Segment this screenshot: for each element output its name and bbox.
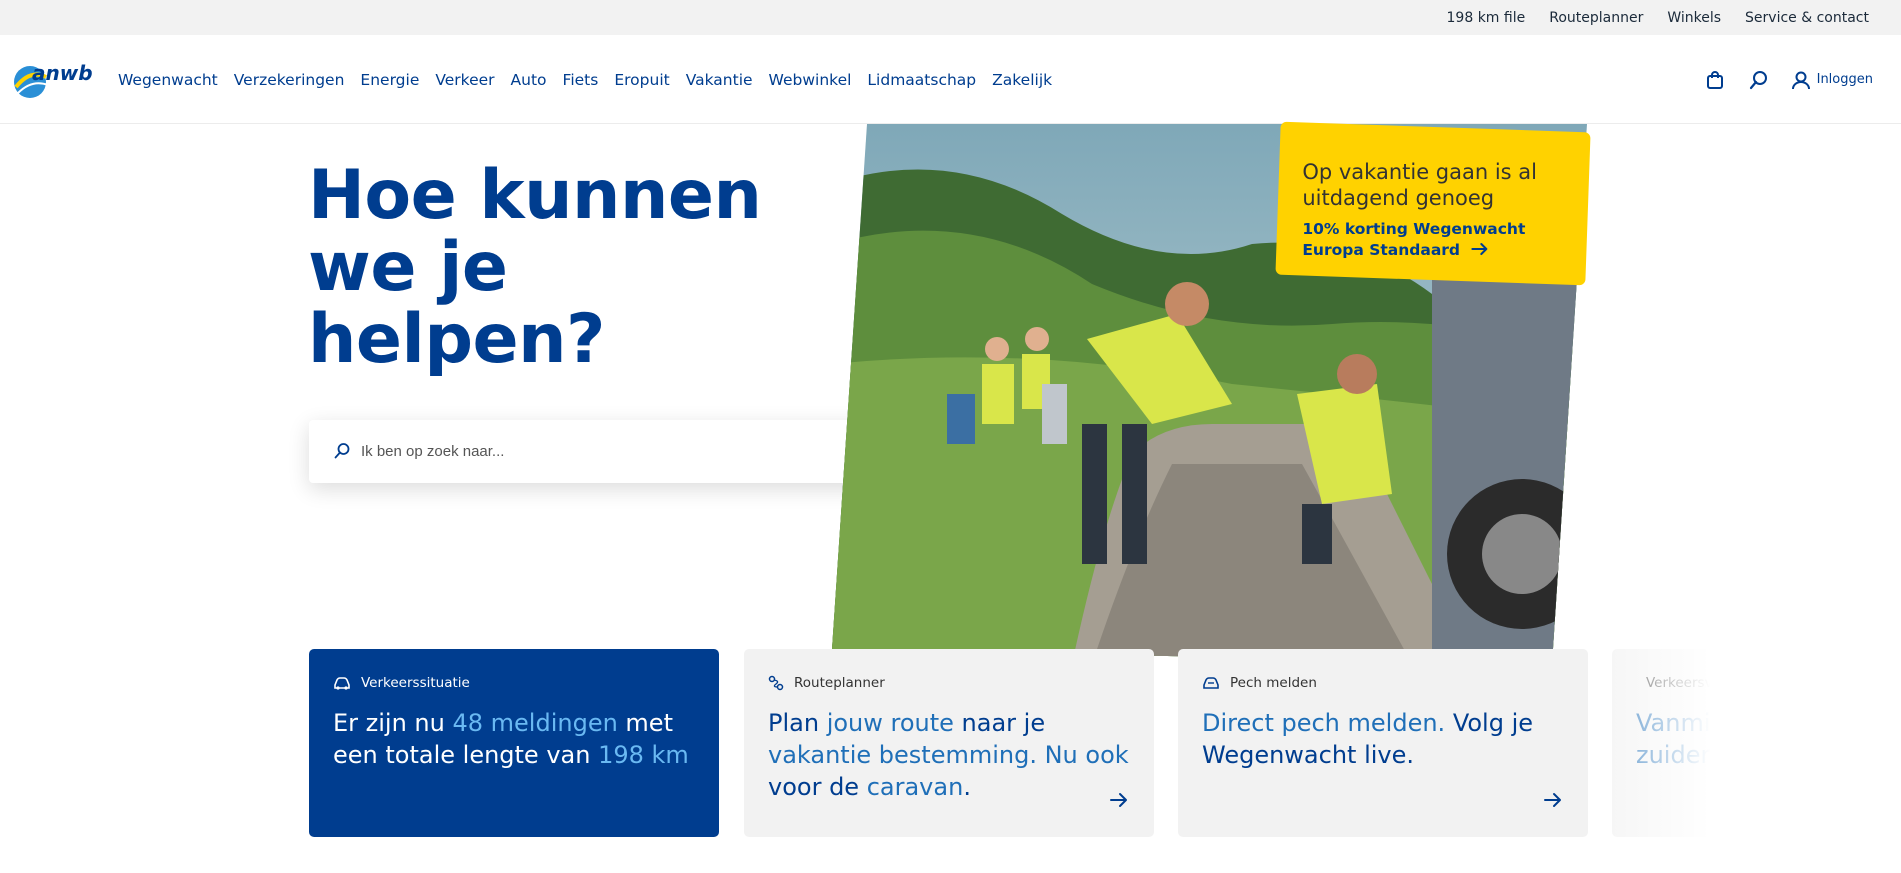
- card-label: Verkeerssituatie: [361, 675, 470, 691]
- utility-link-service[interactable]: Service & contact: [1745, 10, 1869, 26]
- nav-item-lidmaatschap[interactable]: Lidmaatschap: [867, 71, 976, 89]
- route-icon: [768, 675, 784, 691]
- card-highlight: Direct pech melden.: [1202, 709, 1446, 737]
- car-icon: [334, 677, 350, 690]
- search-box: [309, 420, 893, 483]
- utility-link-file[interactable]: 198 km file: [1447, 10, 1526, 26]
- logo-text: anwb: [32, 61, 93, 85]
- breakdown-car-icon: [1203, 677, 1219, 689]
- shopping-bag-icon[interactable]: [1703, 68, 1727, 92]
- utility-bar: 198 km file Routeplanner Winkels Service…: [0, 0, 1901, 35]
- hero-title: Hoe kunnen we je helpen?: [308, 160, 768, 376]
- hero-title-line-2: we je: [308, 228, 508, 307]
- card-label: Pech melden: [1230, 675, 1317, 691]
- card-text-part: Plan: [768, 709, 827, 737]
- search-icon[interactable]: [1747, 68, 1771, 92]
- main-nav: Wegenwacht Verzekeringen Energie Verkeer…: [118, 35, 1052, 124]
- card-pech-melden[interactable]: Pech melden Direct pech melden. Volg je …: [1178, 649, 1588, 837]
- utility-link-winkels[interactable]: Winkels: [1667, 10, 1721, 26]
- nav-item-auto[interactable]: Auto: [511, 71, 547, 89]
- hero-title-line-3: helpen?: [308, 300, 606, 379]
- card-text: Er zijn nu 48 meldingen met een totale l…: [333, 707, 695, 771]
- login-button[interactable]: Inloggen: [1791, 70, 1873, 90]
- card-text-part: Er zijn nu: [333, 709, 453, 737]
- promo-link-line-2: Europa Standaard: [1302, 241, 1461, 260]
- main-header: anwb Wegenwacht Verzekeringen Energie Ve…: [0, 35, 1901, 124]
- nav-item-energie[interactable]: Energie: [360, 71, 419, 89]
- nav-item-vakantie[interactable]: Vakantie: [686, 71, 753, 89]
- card-highlight: vakantie bestemming. Nu ook: [768, 741, 1129, 769]
- promo-link-line-1: 10% korting Wegenwacht: [1302, 220, 1526, 239]
- search-field-icon: [334, 443, 350, 459]
- nav-item-webwinkel[interactable]: Webwinkel: [769, 71, 852, 89]
- card-text-part: voor de: [768, 773, 867, 801]
- arrow-right-icon: [1471, 243, 1488, 256]
- nav-item-verkeer[interactable]: Verkeer: [435, 71, 494, 89]
- card-text-part: naar je: [953, 709, 1046, 737]
- card-highlight: jouw route: [826, 709, 954, 737]
- card-highlight: caravan: [866, 773, 964, 801]
- meldingen-count[interactable]: 48 meldingen: [452, 709, 617, 737]
- anwb-logo[interactable]: anwb: [12, 57, 94, 101]
- card-label: Verkeersverwachting: [1646, 675, 1724, 691]
- arrow-right-icon[interactable]: [1108, 789, 1130, 811]
- card-label: Routeplanner: [794, 675, 885, 691]
- promo-title: Op vakantie gaan is al uitdagend genoeg: [1302, 160, 1538, 211]
- card-text-part: .: [963, 773, 971, 801]
- card-verkeersverwachting[interactable]: Verkeersverwachting Vanmiddag spits. Mee…: [1612, 649, 1724, 837]
- promo-link[interactable]: 10% korting Wegenwacht Europa Standaard: [1302, 219, 1566, 261]
- arrow-right-icon[interactable]: [1542, 789, 1564, 811]
- header-actions: Inloggen: [1703, 35, 1873, 124]
- nav-item-eropuit[interactable]: Eropuit: [614, 71, 669, 89]
- file-length[interactable]: 198 km: [598, 741, 689, 769]
- card-text: Direct pech melden. Volg je Wegenwacht l…: [1202, 707, 1564, 771]
- nav-item-fiets[interactable]: Fiets: [563, 71, 599, 89]
- promo-banner[interactable]: Op vakantie gaan is al uitdagend genoeg …: [1275, 121, 1591, 286]
- card-verkeerssituatie[interactable]: Verkeerssituatie Er zijn nu 48 meldingen…: [309, 649, 719, 837]
- utility-links: 198 km file Routeplanner Winkels Service…: [1447, 0, 1869, 35]
- search-input[interactable]: [361, 420, 821, 483]
- card-text: Vanmiddag spits. Meer zuiden: [1636, 709, 1724, 769]
- card-routeplanner[interactable]: Routeplanner Plan jouw route naar je vak…: [744, 649, 1154, 837]
- utility-link-routeplanner[interactable]: Routeplanner: [1549, 10, 1643, 26]
- hero-title-line-1: Hoe kunnen: [308, 156, 762, 235]
- login-label: Inloggen: [1816, 72, 1873, 87]
- nav-item-verzekeringen[interactable]: Verzekeringen: [234, 71, 345, 89]
- nav-item-wegenwacht[interactable]: Wegenwacht: [118, 71, 218, 89]
- card-text: Plan jouw route naar je vakantie bestemm…: [768, 707, 1130, 803]
- nav-item-zakelijk[interactable]: Zakelijk: [992, 71, 1052, 89]
- user-icon: [1791, 71, 1810, 89]
